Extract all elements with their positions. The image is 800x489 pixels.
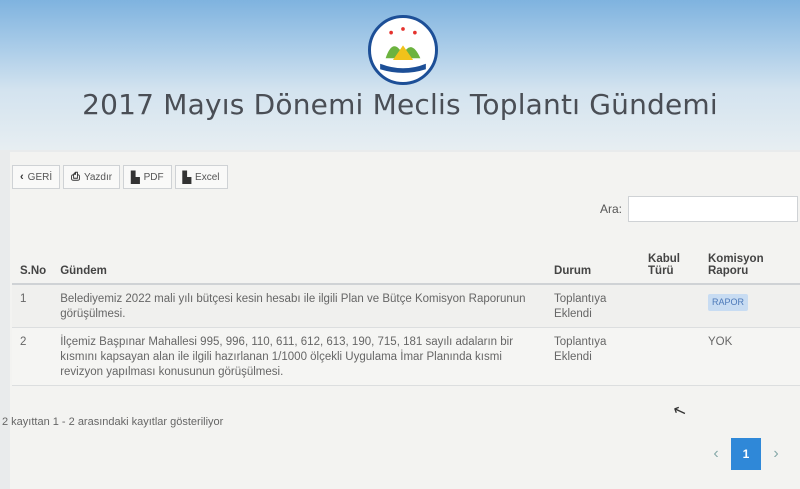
table-row: 1 Belediyemiz 2022 mali yılı bütçesi kes… [12, 284, 800, 328]
next-page-button[interactable]: › [765, 445, 787, 463]
table-header-row: S.No Gündem Durum Kabul Türü Komisyon Ra… [12, 238, 800, 285]
table-info-text: 2 kayıttan 1 - 2 arasındaki kayıtlar gös… [2, 416, 224, 428]
rapor-link[interactable]: RAPOR [708, 294, 749, 311]
chevron-left-icon: ‹ [20, 171, 24, 183]
print-button[interactable]: ⎙ Yazdır [63, 165, 121, 189]
search-box: Ara: [600, 196, 799, 222]
cell-rapor: RAPOR [700, 284, 800, 328]
cell-durum: Toplantıya Eklendi [546, 327, 641, 386]
column-header-no[interactable]: S.No [12, 238, 53, 285]
export-toolbar: ‹ GERİ ⎙ Yazdır ▙ PDF ▙ Excel [12, 165, 228, 189]
printer-icon: ⎙ [71, 170, 80, 183]
pdf-button-label: PDF [143, 171, 164, 183]
column-header-kabul[interactable]: Kabul Türü [640, 238, 700, 285]
column-header-rapor[interactable]: Komisyon Raporu [700, 238, 800, 285]
excel-button[interactable]: ▙ Excel [174, 165, 228, 189]
excel-file-icon: ▙ [182, 171, 192, 184]
search-label: Ara: [600, 202, 623, 216]
cell-kabul [640, 327, 700, 386]
municipality-logo [368, 15, 438, 85]
page-1-button[interactable]: 1 [731, 438, 761, 470]
prev-page-button[interactable]: ‹ [705, 445, 727, 463]
column-header-durum[interactable]: Durum [546, 238, 641, 285]
cell-rapor: YOK [700, 327, 800, 386]
cell-kabul [640, 284, 700, 328]
table-row: 2 İlçemiz Başpınar Mahallesi 995, 996, 1… [12, 327, 800, 386]
cell-gundem: Belediyemiz 2022 mali yılı bütçesi kesin… [52, 284, 547, 328]
page-title: 2017 Mayıs Dönemi Meclis Toplantı Gündem… [82, 88, 718, 121]
cell-no: 1 [12, 284, 53, 328]
cell-gundem: İlçemiz Başpınar Mahallesi 995, 996, 110… [52, 327, 547, 386]
pdf-file-icon: ▙ [131, 171, 140, 184]
excel-button-label: Excel [195, 171, 220, 183]
pagination: ‹ 1 › [705, 437, 787, 471]
column-header-gundem[interactable]: Gündem [52, 238, 547, 285]
back-button[interactable]: ‹ GERİ [12, 165, 61, 189]
back-button-label: GERİ [27, 171, 53, 183]
agenda-table: S.No Gündem Durum Kabul Türü Komisyon Ra… [12, 238, 800, 386]
print-button-label: Yazdır [83, 171, 113, 183]
page-header: 2017 Mayıs Dönemi Meclis Toplantı Gündem… [0, 0, 800, 150]
search-input[interactable] [628, 196, 799, 222]
cell-no: 2 [12, 327, 53, 386]
cell-durum: Toplantıya Eklendi [546, 284, 641, 328]
pdf-button[interactable]: ▙ PDF [123, 165, 172, 189]
